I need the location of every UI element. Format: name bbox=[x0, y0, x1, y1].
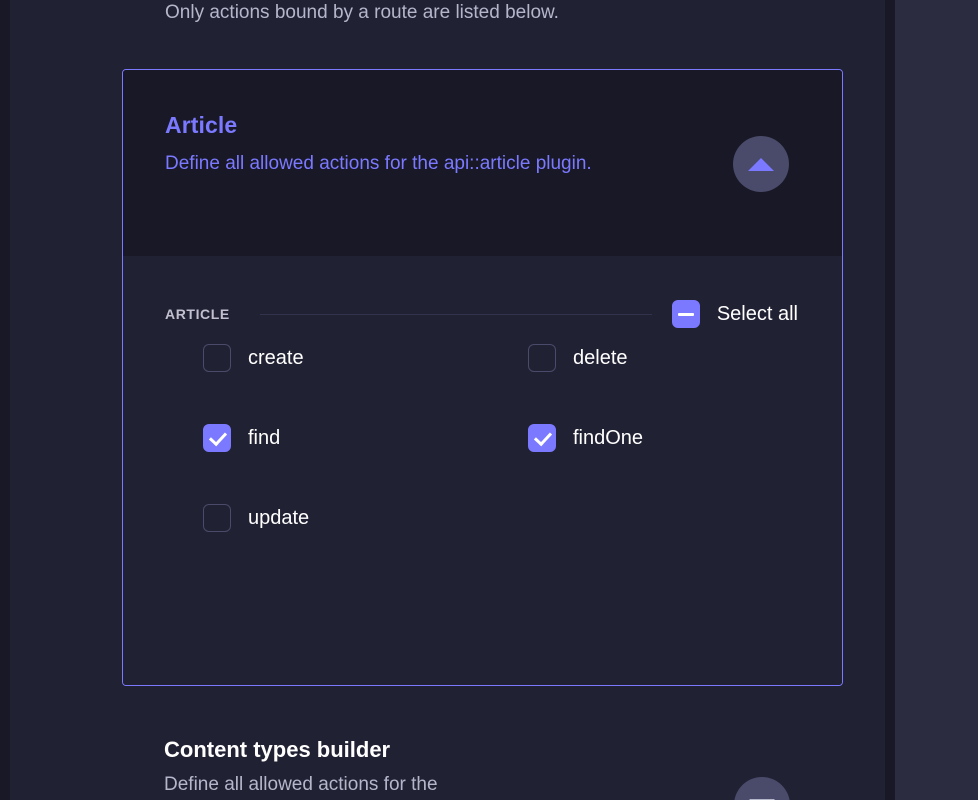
action-label-update: update bbox=[248, 506, 310, 529]
section-label-article: ARTICLE bbox=[165, 306, 230, 322]
section-divider bbox=[259, 313, 652, 315]
action-item-create[interactable]: create bbox=[203, 344, 304, 372]
next-card-subtitle: Define all allowed actions for the bbox=[164, 774, 438, 795]
right-panel-gutter bbox=[885, 0, 895, 800]
permission-card-body: ARTICLE Select all create delete find fi… bbox=[123, 256, 842, 685]
select-all-label: Select all bbox=[716, 302, 798, 325]
permission-card-content-types-builder: Content types builder Define all allowed… bbox=[122, 722, 843, 800]
action-item-findone[interactable]: findOne bbox=[528, 424, 643, 452]
section-header-row: ARTICLE Select all bbox=[165, 256, 798, 336]
action-item-update[interactable]: update bbox=[203, 504, 309, 532]
action-label-findone: findOne bbox=[573, 426, 644, 449]
permission-card-article: Article Define all allowed actions for t… bbox=[122, 69, 843, 686]
checkbox-findone[interactable] bbox=[528, 424, 556, 452]
checkbox-create[interactable] bbox=[203, 344, 231, 372]
collapse-toggle-button[interactable] bbox=[733, 136, 789, 192]
checkbox-update[interactable] bbox=[203, 504, 231, 532]
action-item-find[interactable]: find bbox=[203, 424, 280, 452]
next-card-title: Content types builder bbox=[164, 737, 391, 762]
action-label-find: find bbox=[248, 426, 281, 449]
checkbox-delete[interactable] bbox=[528, 344, 556, 372]
right-side-panel: Se plu to bbox=[895, 0, 978, 800]
action-label-delete: delete bbox=[573, 346, 628, 369]
permission-card-header: Article Define all allowed actions for t… bbox=[123, 70, 842, 256]
permission-card-subtitle: Define all allowed actions for the api::… bbox=[165, 153, 592, 174]
checkbox-find[interactable] bbox=[203, 424, 231, 452]
select-all-checkbox[interactable] bbox=[671, 300, 700, 328]
main-content-column: Only actions bound by a route are listed… bbox=[10, 0, 885, 800]
intro-description: Only actions bound by a route are listed… bbox=[165, 2, 559, 23]
triangle-up-icon bbox=[748, 157, 774, 171]
action-checkbox-grid: create delete find findOne update bbox=[165, 336, 798, 532]
action-item-delete[interactable]: delete bbox=[528, 344, 628, 372]
left-edge-rail bbox=[0, 0, 10, 800]
permission-card-title: Article bbox=[165, 112, 238, 138]
select-all-control[interactable]: Select all bbox=[671, 300, 798, 328]
action-label-create: create bbox=[248, 346, 304, 369]
